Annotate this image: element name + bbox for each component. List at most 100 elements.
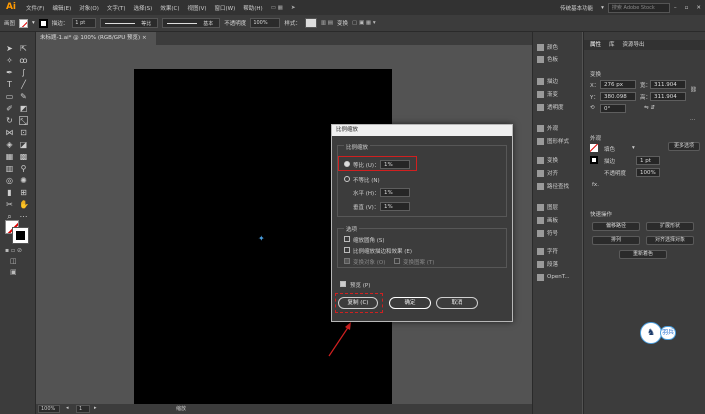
link-proportions-icon[interactable]: ⛓: [690, 87, 697, 93]
line-tool-icon[interactable]: ╱: [19, 80, 28, 89]
expand-shape-button[interactable]: 扩展形状: [646, 222, 694, 231]
menu-view[interactable]: 视图(V): [183, 4, 210, 12]
artboard-tool-icon[interactable]: ⊞: [19, 188, 28, 197]
artboard-number[interactable]: 1: [76, 405, 90, 413]
eraser-tool-icon[interactable]: ◩: [19, 104, 28, 113]
color-mode-icons[interactable]: ▪ ▫ ⊘: [5, 247, 22, 254]
align-selection-button[interactable]: 对齐选择对象: [646, 236, 694, 245]
minimize-icon[interactable]: –: [670, 5, 681, 11]
vertical-input[interactable]: 1%: [380, 202, 410, 211]
live-paint-tool-icon[interactable]: ◪: [19, 140, 28, 149]
pen-tool-icon[interactable]: ✒: [5, 68, 14, 77]
draw-mode-icon[interactable]: ◫: [10, 257, 17, 265]
maximize-icon[interactable]: ▫: [681, 5, 693, 11]
w-input[interactable]: 311.904: [650, 80, 686, 89]
tab-close-icon[interactable]: ×: [142, 35, 147, 41]
panel-transparency[interactable]: 透明度: [537, 102, 564, 112]
perspective-tool-icon[interactable]: ▦: [5, 152, 14, 161]
align-icons[interactable]: ▥ ▤: [321, 20, 333, 26]
center-point-icon[interactable]: ✦: [258, 235, 265, 243]
gradient-tool-icon[interactable]: ▥: [5, 164, 14, 173]
eyedropper-tool-icon[interactable]: ⚲: [19, 164, 28, 173]
menu-file[interactable]: 文件(F): [22, 4, 48, 12]
more-options-button[interactable]: 更多选项: [668, 142, 700, 151]
selection-tool-icon[interactable]: ➤: [5, 44, 14, 53]
recolor-button[interactable]: 重新着色: [619, 250, 667, 259]
next-artboard-icon[interactable]: ▸: [94, 405, 97, 411]
rectangle-tool-icon[interactable]: ▭: [5, 92, 14, 101]
symbol-sprayer-tool-icon[interactable]: ✺: [19, 176, 28, 185]
h-input[interactable]: 311.904: [650, 92, 686, 101]
stroke-weight-input[interactable]: 1 pt: [72, 18, 97, 28]
menu-type[interactable]: 文字(T): [103, 4, 130, 12]
horizontal-input[interactable]: 1%: [380, 188, 410, 197]
stroke-color-swatch[interactable]: [12, 227, 29, 244]
menu-help[interactable]: 帮助(H): [239, 4, 266, 12]
fill-swatch[interactable]: [19, 18, 29, 28]
panel-paragraph[interactable]: 段落: [537, 259, 558, 269]
rotate-input[interactable]: 0°: [600, 104, 626, 113]
offset-path-button[interactable]: 偏移路径: [592, 222, 640, 231]
transform-patterns-checkbox[interactable]: [394, 258, 400, 264]
fill-chevron-icon[interactable]: ▾: [632, 145, 635, 151]
scale-corners-checkbox[interactable]: [344, 236, 350, 242]
tab-properties[interactable]: 属性: [590, 40, 601, 50]
fill-swatch-panel[interactable]: [590, 144, 598, 152]
menu-effect[interactable]: 效果(C): [156, 4, 183, 12]
scale-strokes-checkbox[interactable]: [344, 247, 350, 253]
panel-graphic-styles[interactable]: 图形样式: [537, 136, 569, 146]
lasso-tool-icon[interactable]: ꝏ: [19, 56, 28, 65]
panel-symbols[interactable]: 符号: [537, 228, 558, 238]
stroke-swatch[interactable]: [38, 18, 48, 28]
cancel-button[interactable]: 取消: [436, 297, 478, 309]
menu-edit[interactable]: 编辑(E): [48, 4, 75, 12]
stroke-weight-panel-input[interactable]: 1 pt: [636, 156, 660, 165]
fx-button[interactable]: fx.: [592, 182, 599, 188]
shape-builder-tool-icon[interactable]: ◈: [5, 140, 14, 149]
slice-tool-icon[interactable]: ✂: [5, 200, 14, 209]
scale-tool-icon[interactable]: ⤡: [19, 116, 28, 126]
screen-mode-icon[interactable]: ▣: [10, 268, 17, 276]
panel-swatches[interactable]: 色板: [537, 54, 558, 64]
close-icon[interactable]: ✕: [692, 5, 705, 11]
fill-chevron-icon[interactable]: ▾: [32, 20, 35, 26]
menu-window[interactable]: 窗口(W): [211, 4, 240, 12]
preview-checkbox[interactable]: [340, 281, 346, 287]
paintbrush-tool-icon[interactable]: ✎: [19, 92, 28, 101]
tab-asset-export[interactable]: 资源导出: [623, 40, 645, 50]
magic-wand-tool-icon[interactable]: ✧: [5, 56, 14, 65]
free-transform-tool-icon[interactable]: ⊡: [19, 128, 28, 137]
workspace-switcher[interactable]: 传统基本功能: [556, 4, 597, 12]
brush-profile-select[interactable]: 等比: [100, 18, 159, 28]
nonuniform-radio[interactable]: [344, 176, 350, 182]
panel-layers[interactable]: 图层: [537, 202, 558, 212]
menu-object[interactable]: 对象(O): [75, 4, 103, 12]
rotate-tool-icon[interactable]: ↻: [5, 116, 14, 125]
type-tool-icon[interactable]: T: [5, 80, 14, 89]
panel-pathfinder[interactable]: 路径查找: [537, 181, 569, 191]
panel-gradient[interactable]: 渐变: [537, 89, 558, 99]
direct-selection-tool-icon[interactable]: ⇱: [19, 44, 28, 53]
prev-artboard-icon[interactable]: ◂: [66, 405, 69, 411]
panel-character[interactable]: 字符: [537, 246, 558, 256]
stroke-swatch-panel[interactable]: [590, 156, 598, 164]
panel-stroke[interactable]: 描边: [537, 76, 558, 86]
blend-tool-icon[interactable]: ◎: [5, 176, 14, 185]
hand-tool-icon[interactable]: ✋: [19, 200, 29, 209]
edit-toolbar-icon[interactable]: ⋯: [19, 212, 28, 221]
panel-appearance[interactable]: 外观: [537, 123, 558, 133]
menu-select[interactable]: 选择(S): [130, 4, 157, 12]
send-icon[interactable]: ➤: [287, 5, 300, 11]
panel-opentype[interactable]: OpenT...: [537, 272, 570, 282]
column-graph-tool-icon[interactable]: ▮: [5, 188, 14, 197]
workspace-chevron-icon[interactable]: ▾: [597, 5, 608, 11]
curvature-tool-icon[interactable]: ∫: [19, 68, 28, 77]
transform-objects-checkbox[interactable]: [344, 258, 350, 264]
opacity-panel-input[interactable]: 100%: [636, 168, 660, 177]
y-input[interactable]: 380.098: [600, 92, 636, 101]
width-tool-icon[interactable]: ⋈: [5, 128, 14, 137]
panel-transform[interactable]: 变换: [537, 155, 558, 165]
stock-search-input[interactable]: 搜索 Adobe Stock: [607, 2, 670, 13]
more-transform-icon[interactable]: ⋯: [690, 117, 696, 123]
zoom-select[interactable]: 100%: [38, 405, 60, 413]
